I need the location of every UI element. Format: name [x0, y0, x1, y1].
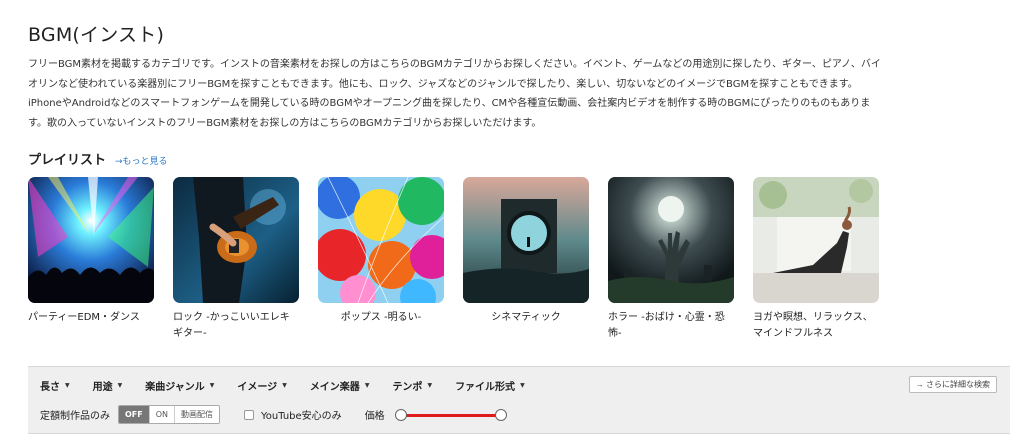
toggle-streaming-option[interactable]: 動画配信: [174, 406, 220, 423]
filter-usage-dropdown[interactable]: 用途 ▼: [93, 378, 123, 393]
playlist-card-yoga[interactable]: ヨガや瞑想、リラックス、マインドフルネス: [753, 177, 879, 342]
caret-down-icon: ▼: [282, 382, 287, 389]
price-max-handle[interactable]: [494, 408, 507, 421]
youtube-safe-checkbox[interactable]: [244, 409, 255, 420]
filter-label: イメージ: [237, 382, 278, 393]
subscription-toggle: OFF ON 動画配信: [118, 405, 221, 424]
price-slider-track: [400, 413, 501, 417]
filter-label: 用途: [92, 382, 113, 393]
subscription-only-label: 定額制作品のみ: [40, 411, 110, 422]
playlist-card-cinematic[interactable]: シネマティック: [463, 177, 589, 342]
filter-instrument-dropdown[interactable]: メイン楽器 ▼: [310, 378, 370, 393]
filter-label: 長さ: [40, 382, 60, 393]
yoga-pose-image[interactable]: [753, 177, 879, 303]
caret-down-icon: ▼: [427, 382, 433, 389]
youtube-safe-label[interactable]: YouTube安心のみ: [261, 407, 342, 422]
playlist-card-horror[interactable]: ホラー -おばけ・心霊・恐怖-: [608, 177, 734, 342]
filter-label: ファイル形式: [455, 382, 516, 393]
search-filter-bar: 長さ ▼ 用途 ▼ 楽曲ジャンル ▼ イメージ ▼ メイン楽器 ▼ テンポ ▼ ファイル形式…: [28, 366, 1010, 434]
caret-down-icon: ▼: [364, 382, 370, 389]
playlist-card-label[interactable]: ポップス -明るい-: [318, 310, 444, 326]
filter-image-dropdown[interactable]: イメージ ▼: [237, 378, 286, 393]
filter-label: テンポ: [392, 382, 423, 393]
zombie-hand-graveyard-image[interactable]: [608, 177, 734, 303]
playlist-cards: パーティーEDM・ダンス ロック -かっこいいエレキギター- ポップス -明るい…: [28, 177, 879, 342]
filter-format-dropdown[interactable]: ファイル形式 ▼: [455, 378, 525, 393]
toggle-on-option[interactable]: ON: [148, 406, 175, 423]
caret-down-icon: ▼: [520, 382, 525, 389]
playlist-title: プレイリスト: [28, 153, 107, 168]
colorful-balloons-image[interactable]: [318, 177, 444, 303]
filter-options-row: 定額制作品のみ OFF ON 動画配信 YouTube安心のみ 価格: [40, 405, 507, 424]
caret-down-icon: ▼: [117, 382, 123, 389]
party-crowd-lights-image[interactable]: [28, 177, 154, 303]
playlist-card-rock[interactable]: ロック -かっこいいエレキギター-: [173, 177, 299, 342]
playlist-card-label[interactable]: ホラー -おばけ・心霊・恐怖-: [608, 310, 734, 342]
playlist-header: プレイリスト →もっと見る: [28, 149, 168, 168]
playlist-card-label[interactable]: ヨガや瞑想、リラックス、マインドフルネス: [753, 310, 879, 342]
filter-label: メイン楽器: [309, 382, 360, 393]
filter-tempo-dropdown[interactable]: テンポ ▼: [392, 378, 432, 393]
advanced-search-button[interactable]: → さらに詳細な検索: [908, 376, 997, 393]
more-playlists-link[interactable]: →もっと見る: [115, 154, 168, 167]
category-description: フリーBGM素材を掲載するカテゴリです。インストの音楽素材をお探しの方はこちらの…: [28, 59, 881, 129]
toggle-off-option[interactable]: OFF: [119, 406, 149, 423]
price-label: 価格: [364, 411, 385, 422]
caret-down-icon: ▼: [209, 382, 215, 389]
filter-dropdowns: 長さ ▼ 用途 ▼ 楽曲ジャンル ▼ イメージ ▼ メイン楽器 ▼ テンポ ▼ ファイル形式…: [40, 378, 525, 393]
filter-label: 楽曲ジャンル: [145, 382, 205, 393]
playlist-card-label[interactable]: パーティーEDM・ダンス: [28, 310, 154, 326]
cinematic-portal-image[interactable]: [463, 177, 589, 303]
page-title: BGM(インスト): [28, 24, 165, 46]
price-min-handle[interactable]: [394, 408, 407, 421]
caret-down-icon: ▼: [65, 382, 70, 389]
filter-genre-dropdown[interactable]: 楽曲ジャンル ▼: [145, 378, 214, 393]
playlist-card-label[interactable]: ロック -かっこいいエレキギター-: [173, 310, 299, 342]
price-range-slider[interactable]: [394, 408, 507, 422]
playlist-card-pops[interactable]: ポップス -明るい-: [318, 177, 444, 342]
electric-guitar-player-image[interactable]: [173, 177, 299, 303]
filter-length-dropdown[interactable]: 長さ ▼: [40, 378, 70, 393]
playlist-card-label[interactable]: シネマティック: [463, 310, 589, 326]
playlist-card-party[interactable]: パーティーEDM・ダンス: [28, 177, 154, 342]
